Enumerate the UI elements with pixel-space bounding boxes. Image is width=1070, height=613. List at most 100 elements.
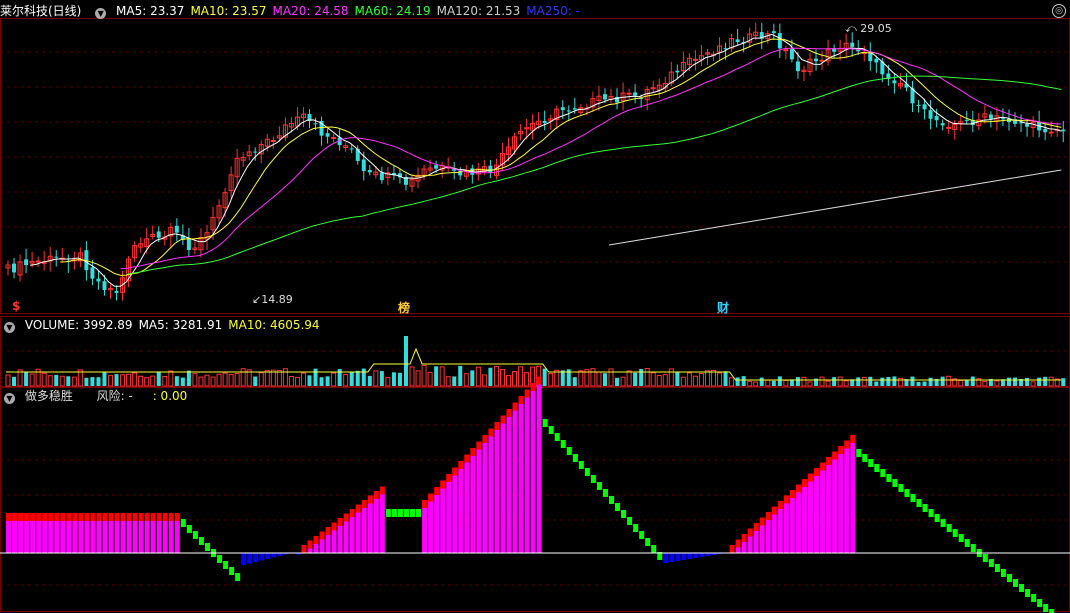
indicator-bar-cap [434, 487, 440, 495]
chevron-down-icon[interactable]: ▼ [95, 8, 107, 19]
chart-canvas[interactable] [0, 0, 1070, 613]
indicator-bar-cap [488, 428, 494, 437]
indicator-step [1049, 609, 1055, 613]
candle-body [349, 148, 354, 150]
candle-body [988, 114, 993, 119]
indicator-bar-cap [36, 513, 42, 521]
indicator-bar-cap [428, 493, 434, 502]
indicator-bar [850, 443, 856, 553]
indicator-bar-cap [795, 484, 801, 493]
candle-body [771, 31, 776, 34]
candle-body [114, 290, 119, 293]
volume-bar [258, 372, 264, 387]
indicator-bar-cap [144, 513, 150, 521]
indicator-bar [48, 521, 54, 553]
indicator-bar-cap [114, 513, 120, 521]
indicator-bar [428, 501, 434, 553]
volume-bar [964, 380, 969, 386]
volume-bar [518, 366, 524, 387]
indicator-bar [838, 454, 844, 553]
indicator-step [391, 509, 397, 517]
volume-bar [692, 375, 698, 387]
indicator-bar [253, 553, 259, 562]
indicator-bar-cap [422, 500, 428, 508]
marker-dollar[interactable]: $ [12, 299, 20, 313]
indicator-bar [126, 521, 132, 553]
volume-bar [228, 373, 234, 387]
candle-body [964, 119, 969, 121]
indicator-bar [687, 553, 693, 559]
indicator-step [639, 531, 645, 539]
indicator-bar [512, 410, 518, 553]
volume-bar [922, 381, 927, 386]
high-price: 29.05 [860, 22, 892, 35]
indicator-bar-cap [96, 513, 102, 521]
candle-body [892, 80, 897, 84]
indicator-bar [506, 417, 512, 553]
indicator-bar [470, 456, 476, 553]
volume-bar [415, 370, 421, 387]
indicator-bar-cap [66, 513, 72, 521]
marker-finance[interactable]: 财 [717, 299, 729, 316]
indicator-step [223, 561, 229, 569]
indicator-bar [735, 547, 741, 553]
volume-bar [874, 381, 879, 386]
indicator-bar [331, 530, 337, 553]
indicator-bar-cap [349, 509, 355, 517]
indicator-step [988, 559, 994, 567]
candle-body [850, 42, 855, 47]
indicator-bar [482, 443, 488, 553]
indicator-bar [458, 469, 464, 553]
chevron-down-icon[interactable]: ▼ [4, 393, 15, 404]
volume-bar [542, 368, 547, 386]
volume-bar [1043, 376, 1048, 386]
indicator-step [1000, 569, 1006, 577]
indicator-bar [530, 391, 536, 553]
indicator-step [590, 475, 596, 483]
candle-body [1025, 123, 1030, 127]
volume-bar [373, 370, 379, 387]
volume-bar [807, 381, 813, 387]
volume-bar [270, 369, 276, 387]
volume-bar [771, 380, 776, 386]
volume-bar [343, 374, 349, 387]
indicator-bar [844, 448, 850, 553]
volume-bar [66, 376, 71, 386]
indicator-bar [446, 482, 452, 553]
candle-body [874, 58, 879, 63]
expand-icon[interactable]: ◎ [1052, 4, 1066, 18]
indicator-bar-cap [331, 522, 337, 531]
indicator-bar-cap [482, 435, 488, 443]
candle-body [174, 225, 179, 233]
volume-bar [475, 366, 481, 387]
indicator-bar-cap [156, 513, 162, 521]
indicator-bar-cap [807, 473, 813, 482]
volume-bar [837, 376, 843, 387]
indicator-bar-cap [524, 389, 530, 398]
candle-body [928, 110, 933, 119]
indicator-bar [102, 521, 108, 553]
indicator-bar-cap [313, 536, 319, 544]
marker-bang[interactable]: 榜 [398, 299, 410, 316]
volume-bar [174, 376, 179, 386]
indicator-bar [669, 553, 675, 562]
indicator-bar-cap [150, 513, 156, 521]
indicator-bar-cap [771, 506, 777, 515]
volume-header: ▼ VOLUME: 3992.89 MA5: 3281.91 MA10: 4605.… [0, 316, 332, 334]
volume-bar [90, 377, 95, 386]
volume-bar [144, 377, 150, 387]
indicator-step [542, 419, 548, 427]
volume-bar [512, 371, 518, 387]
volume-bar [868, 376, 873, 386]
indicator-step [217, 555, 223, 563]
chevron-down-icon[interactable]: ▼ [4, 322, 15, 333]
volume-bar [765, 379, 771, 387]
indicator-step [578, 461, 584, 469]
candle-body [946, 126, 952, 129]
volume-bar [234, 373, 240, 387]
indicator-bar [307, 548, 313, 553]
volume-bar [361, 368, 366, 386]
candle-body [1048, 131, 1054, 134]
volume-bar [288, 376, 294, 387]
volume-bar [276, 369, 282, 387]
